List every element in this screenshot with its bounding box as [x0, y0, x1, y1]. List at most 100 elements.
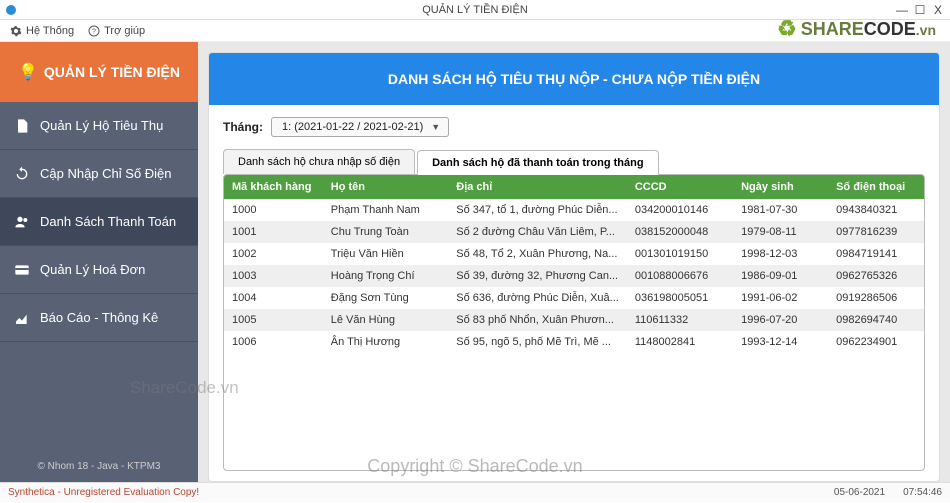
table-cell: Số 39, đường 32, Phương Can...: [448, 265, 627, 287]
table-cell: 110611332: [627, 309, 733, 331]
data-table: Mã khách hàng Họ tên Địa chỉ CCCD Ngày s…: [223, 174, 925, 471]
table-cell: 1979-08-11: [733, 221, 828, 243]
sidebar-item-reports[interactable]: Báo Cáo - Thông Kê: [0, 294, 198, 342]
table-cell: 1003: [224, 265, 323, 287]
bulb-icon: 💡: [18, 62, 38, 82]
sidebar-item-label: Danh Sách Thanh Toán: [40, 214, 176, 229]
sidebar-item-label: Báo Cáo - Thông Kê: [40, 310, 158, 325]
table-cell: Hoàng Trọng Chí: [323, 265, 448, 287]
tab-unentered[interactable]: Danh sách hộ chưa nhập số điện: [223, 149, 415, 174]
status-message: Synthetica - Unregistered Evaluation Cop…: [8, 487, 199, 498]
table-cell: Số 2 đường Châu Văn Liêm, P...: [448, 221, 627, 243]
table-cell: 1004: [224, 287, 323, 309]
table-cell: Đặng Sơn Tùng: [323, 287, 448, 309]
month-select-value: 1: (2021-01-22 / 2021-02-21): [282, 121, 423, 133]
menu-help-label: Trợ giúp: [104, 25, 145, 37]
main-content: DANH SÁCH HỘ TIÊU THỤ NỘP - CHƯA NỘP TIỀ…: [198, 42, 950, 482]
users-icon: [14, 214, 30, 230]
table-cell: 0982694740: [828, 309, 924, 331]
table-cell: Lê Văn Hùng: [323, 309, 448, 331]
app-title: QUẢN LÝ TIỀN ĐIỆN: [44, 64, 180, 80]
page-title: DANH SÁCH HỘ TIÊU THỤ NỘP - CHƯA NỘP TIỀ…: [209, 53, 939, 105]
table-cell: Triệu Văn Hiền: [323, 243, 448, 265]
statusbar: Synthetica - Unregistered Evaluation Cop…: [0, 482, 950, 502]
sidebar-footer: © Nhom 18 - Java - KTPM3: [0, 451, 198, 482]
table-cell: 038152000048: [627, 221, 733, 243]
col-address[interactable]: Địa chỉ: [448, 175, 627, 199]
table-cell: Số 347, tổ 1, đường Phúc Diễn...: [448, 199, 627, 221]
table-cell: Chu Trung Toàn: [323, 221, 448, 243]
gear-icon: [10, 25, 22, 37]
table-row[interactable]: 1004Đặng Sơn TùngSố 636, đường Phúc Diễn…: [224, 287, 924, 309]
card-icon: [14, 262, 30, 278]
table-cell: Phạm Thanh Nam: [323, 199, 448, 221]
table-cell: Số 95, ngõ 5, phố Mẽ Trì, Mẽ ...: [448, 331, 627, 353]
table-cell: 1006: [224, 331, 323, 353]
tab-label: Danh sách hộ đã thanh toán trong tháng: [432, 157, 643, 169]
table-cell: 1001: [224, 221, 323, 243]
tabs: Danh sách hộ chưa nhập số điện Danh sách…: [209, 149, 939, 174]
sidebar-item-households[interactable]: Quản Lý Hộ Tiêu Thụ: [0, 102, 198, 150]
col-fullname[interactable]: Họ tên: [323, 175, 448, 199]
sidebar-item-label: Cập Nhập Chỉ Số Điện: [40, 166, 172, 181]
svg-text:?: ?: [92, 28, 96, 35]
sidebar: 💡 QUẢN LÝ TIỀN ĐIỆN Quản Lý Hộ Tiêu Thụ …: [0, 42, 198, 482]
table-cell: 0962234901: [828, 331, 924, 353]
table-cell: 001301019150: [627, 243, 733, 265]
status-date: 05-06-2021: [834, 487, 885, 498]
menu-help[interactable]: ? Trợ giúp: [88, 25, 145, 37]
maximize-button[interactable]: ☐: [914, 3, 926, 17]
tab-paid[interactable]: Danh sách hộ đã thanh toán trong tháng: [417, 150, 658, 175]
col-dob[interactable]: Ngày sinh: [733, 175, 828, 199]
table-cell: 1998-12-03: [733, 243, 828, 265]
table-cell: 034200010146: [627, 199, 733, 221]
recycle-icon: ♻: [777, 16, 797, 42]
table-row[interactable]: 1006Ân Thị HươngSố 95, ngõ 5, phố Mẽ Trì…: [224, 331, 924, 353]
table-cell: Số 83 phố Nhổn, Xuân Phươn...: [448, 309, 627, 331]
chart-icon: [14, 310, 30, 326]
sidebar-item-label: Quản Lý Hộ Tiêu Thụ: [40, 118, 163, 133]
document-icon: [14, 118, 30, 134]
table-cell: 0977816239: [828, 221, 924, 243]
menu-system[interactable]: Hệ Thống: [10, 25, 74, 37]
table-row[interactable]: 1000Phạm Thanh NamSố 347, tổ 1, đường Ph…: [224, 199, 924, 221]
month-select[interactable]: 1: (2021-01-22 / 2021-02-21) ▼: [271, 117, 449, 137]
table-row[interactable]: 1002Triệu Văn HiềnSố 48, Tổ 2, Xuân Phươ…: [224, 243, 924, 265]
month-label: Tháng:: [223, 120, 263, 134]
col-customer-id[interactable]: Mã khách hàng: [224, 175, 323, 199]
window-title: QUẢN LÝ TIỀN ĐIỆN: [0, 4, 950, 16]
table-cell: 1000: [224, 199, 323, 221]
table-cell: 1991-06-02: [733, 287, 828, 309]
sidebar-item-meter[interactable]: Cập Nhập Chỉ Số Điện: [0, 150, 198, 198]
table-cell: 0919286506: [828, 287, 924, 309]
sidebar-item-label: Quản Lý Hoá Đơn: [40, 262, 145, 277]
sidebar-item-payments[interactable]: Danh Sách Thanh Toán: [0, 198, 198, 246]
table-cell: 0962765326: [828, 265, 924, 287]
table-cell: Số 48, Tổ 2, Xuân Phương, Na...: [448, 243, 627, 265]
table-cell: 1996-07-20: [733, 309, 828, 331]
chevron-down-icon: ▼: [431, 122, 440, 132]
table-cell: 1993-12-14: [733, 331, 828, 353]
table-cell: Ân Thị Hương: [323, 331, 448, 353]
refresh-icon: [14, 166, 30, 182]
table-row[interactable]: 1001Chu Trung ToànSố 2 đường Châu Văn Li…: [224, 221, 924, 243]
tab-label: Danh sách hộ chưa nhập số điện: [238, 156, 400, 168]
col-cccd[interactable]: CCCD: [627, 175, 733, 199]
table-header-row: Mã khách hàng Họ tên Địa chỉ CCCD Ngày s…: [224, 175, 924, 199]
sidebar-header: 💡 QUẢN LÝ TIỀN ĐIỆN: [0, 42, 198, 102]
table-cell: 1986-09-01: [733, 265, 828, 287]
table-row[interactable]: 1005Lê Văn HùngSố 83 phố Nhổn, Xuân Phươ…: [224, 309, 924, 331]
sidebar-item-invoices[interactable]: Quản Lý Hoá Đơn: [0, 246, 198, 294]
table-cell: 1002: [224, 243, 323, 265]
table-cell: 036198005051: [627, 287, 733, 309]
table-cell: 001088006676: [627, 265, 733, 287]
close-button[interactable]: X: [932, 3, 944, 17]
minimize-button[interactable]: —: [896, 3, 908, 17]
col-phone[interactable]: Số điện thoại: [828, 175, 924, 199]
table-row[interactable]: 1003Hoàng Trọng ChíSố 39, đường 32, Phươ…: [224, 265, 924, 287]
table-cell: 0943840321: [828, 199, 924, 221]
status-time: 07:54:46: [903, 487, 942, 498]
table-cell: 0984719141: [828, 243, 924, 265]
table-cell: Số 636, đường Phúc Diễn, Xuâ...: [448, 287, 627, 309]
table-cell: 1981-07-30: [733, 199, 828, 221]
